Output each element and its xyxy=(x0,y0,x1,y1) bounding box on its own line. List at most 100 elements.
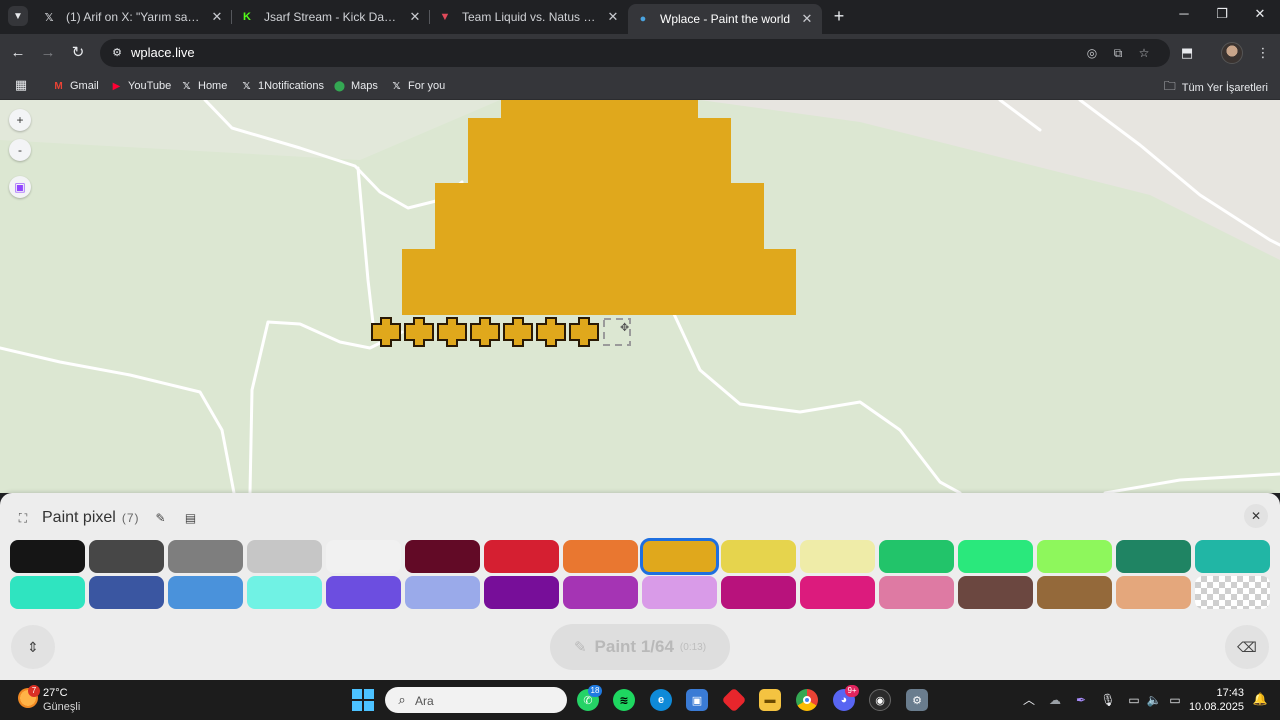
all-bookmarks[interactable]: 🗀 Tüm Yer İşaretleri xyxy=(1164,77,1268,98)
eye-off-icon[interactable]: ◎ xyxy=(1084,45,1100,61)
weather-condition[interactable]: Güneşli xyxy=(43,701,80,713)
apps-grid-icon[interactable]: ▦ xyxy=(13,77,29,93)
color-swatch[interactable] xyxy=(247,576,322,609)
site-info-icon[interactable]: ⚙ xyxy=(110,46,124,60)
address-bar[interactable]: ⚙ wplace.live ◎ ⧉ ☆ xyxy=(100,39,1170,67)
reload-button[interactable]: ↻ xyxy=(68,43,88,63)
paint-button[interactable]: ✎ Paint 1/64 (0:13) xyxy=(550,624,730,670)
display-icon[interactable]: ▭ xyxy=(1125,691,1143,709)
close-icon[interactable]: ✕ xyxy=(800,11,814,27)
bookmark-home[interactable]: 𝕏 Home xyxy=(180,77,227,95)
minimize-button[interactable]: ─ xyxy=(1172,6,1196,21)
pen-icon[interactable]: ✒ xyxy=(1072,691,1090,709)
color-swatch[interactable] xyxy=(326,540,401,573)
color-swatch[interactable] xyxy=(89,540,164,573)
color-swatch[interactable] xyxy=(1116,576,1191,609)
profile-avatar[interactable] xyxy=(1221,42,1243,64)
tab-wplace[interactable]: ● Wplace - Paint the world ✕ xyxy=(628,4,822,34)
edge-app[interactable]: e xyxy=(650,689,672,711)
star-icon[interactable]: ☆ xyxy=(1136,45,1152,61)
spotify-app[interactable]: ≋ xyxy=(613,689,635,711)
color-swatch[interactable] xyxy=(168,540,243,573)
install-app-icon[interactable]: ⧉ xyxy=(1110,45,1126,61)
color-swatch[interactable] xyxy=(247,540,322,573)
bookmark-label: For you xyxy=(408,80,446,92)
back-button[interactable]: ← xyxy=(8,43,28,63)
store-app[interactable]: ▣ xyxy=(686,689,708,711)
clock-time[interactable]: 17:43 xyxy=(1216,687,1244,699)
color-swatch[interactable] xyxy=(640,538,719,575)
color-swatch[interactable] xyxy=(1195,540,1270,573)
color-swatch[interactable] xyxy=(10,576,85,609)
extensions-icon[interactable]: ⬒ xyxy=(1178,44,1196,62)
speaker-icon[interactable]: 🔈 xyxy=(1145,691,1163,709)
forward-button[interactable]: → xyxy=(38,43,58,63)
eyedropper-icon[interactable]: ✎ xyxy=(152,509,170,527)
color-swatch[interactable] xyxy=(642,576,717,609)
file-explorer-app[interactable]: ▬ xyxy=(759,689,781,711)
color-swatch[interactable] xyxy=(1037,540,1112,573)
anydesk-app[interactable] xyxy=(721,687,747,713)
close-icon[interactable]: ✕ xyxy=(408,9,422,25)
zoom-out-button[interactable]: - xyxy=(9,139,31,161)
color-swatch[interactable] xyxy=(800,576,875,609)
battery-icon[interactable]: ▭ xyxy=(1166,691,1184,709)
color-swatch[interactable] xyxy=(10,540,85,573)
tab-arif-on-x[interactable]: 𝕏 (1) Arif on X: "Yarım saat sonra... ✕ xyxy=(34,5,232,29)
bookmark-gmail[interactable]: M Gmail xyxy=(52,77,98,95)
close-icon[interactable]: ✕ xyxy=(606,9,620,25)
color-swatch[interactable] xyxy=(1116,540,1191,573)
new-tab-button[interactable]: + xyxy=(830,7,848,25)
zoom-in-button[interactable]: + xyxy=(9,109,31,131)
color-swatch[interactable] xyxy=(563,540,638,573)
bookmark-maps[interactable]: ⬤ Maps xyxy=(333,77,378,95)
color-swatch[interactable] xyxy=(721,540,796,573)
cloud-icon[interactable]: ☁ xyxy=(1046,691,1064,709)
color-swatch[interactable] xyxy=(405,540,480,573)
color-swatch[interactable] xyxy=(89,576,164,609)
start-button[interactable] xyxy=(352,689,374,711)
taskbar-search[interactable]: ⌕ Ara xyxy=(385,687,567,713)
close-panel-button[interactable]: ✕ xyxy=(1244,504,1268,528)
palette-icon[interactable]: ▤ xyxy=(182,509,200,527)
color-swatch[interactable] xyxy=(879,540,954,573)
map-canvas[interactable]: ✥ + - ▣ xyxy=(0,100,1280,493)
bookmark-for-you[interactable]: 𝕏 For you xyxy=(390,77,445,95)
notification-bell-icon[interactable]: 🔔 xyxy=(1252,691,1268,707)
color-swatch[interactable] xyxy=(563,576,638,609)
eraser-button[interactable]: ⌫ xyxy=(1225,625,1269,669)
color-swatch[interactable] xyxy=(721,576,796,609)
color-swatch[interactable] xyxy=(405,576,480,609)
swatch-transparent[interactable] xyxy=(1195,576,1270,609)
chrome-app[interactable] xyxy=(796,689,818,711)
color-swatch[interactable] xyxy=(879,576,954,609)
color-swatch[interactable] xyxy=(800,540,875,573)
tab-liquipedia[interactable]: ▼ Team Liquid vs. Natus Vincere | ✕ xyxy=(430,5,628,29)
twitch-button[interactable]: ▣ xyxy=(9,176,31,198)
clock-date[interactable]: 10.08.2025 xyxy=(1189,701,1244,713)
expand-icon[interactable]: ⛶ xyxy=(12,507,34,529)
settings-app[interactable]: ⚙ xyxy=(906,689,928,711)
close-window-button[interactable]: ✕ xyxy=(1248,6,1272,22)
close-icon[interactable]: ✕ xyxy=(210,9,224,25)
menu-kebab-icon[interactable]: ⋮ xyxy=(1254,44,1272,62)
color-swatch[interactable] xyxy=(326,576,401,609)
color-swatch[interactable] xyxy=(958,540,1033,573)
color-swatch[interactable] xyxy=(484,576,559,609)
artwork-layer xyxy=(501,100,698,118)
color-swatch[interactable] xyxy=(484,540,559,573)
bookmark-youtube[interactable]: ▶ YouTube xyxy=(110,77,172,95)
restore-button[interactable]: ❐ xyxy=(1210,6,1234,22)
chevron-up-icon[interactable]: ︿ xyxy=(1020,691,1038,709)
obs-app[interactable]: ◉ xyxy=(869,689,891,711)
url-text[interactable]: wplace.live xyxy=(131,45,195,60)
color-swatch[interactable] xyxy=(168,576,243,609)
tab-search-button[interactable]: ▼ xyxy=(8,6,28,26)
bookmark-notifications[interactable]: 𝕏 1Notifications xyxy=(240,77,324,95)
microphone-icon[interactable]: 🎙 xyxy=(1099,691,1117,709)
color-swatch[interactable] xyxy=(1037,576,1112,609)
toggle-panel-button[interactable]: ⇕ xyxy=(11,625,55,669)
weather-temperature[interactable]: 27°C xyxy=(43,687,68,699)
tab-kick-dashboard[interactable]: K Jsarf Stream - Kick Dashboard ✕ xyxy=(232,5,430,29)
color-swatch[interactable] xyxy=(958,576,1033,609)
